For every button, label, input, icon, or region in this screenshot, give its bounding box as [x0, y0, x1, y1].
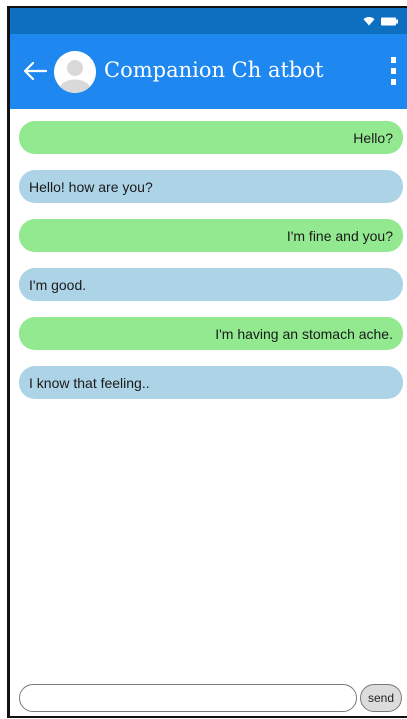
composer: send	[10, 682, 407, 716]
send-button[interactable]: send	[360, 684, 402, 712]
back-arrow-icon[interactable]	[22, 60, 48, 82]
app-bar: Companion Ch atbot	[10, 34, 407, 109]
page-title: Companion Ch atbot	[104, 58, 324, 82]
wifi-icon	[363, 16, 375, 26]
battery-icon	[381, 17, 399, 26]
status-bar	[10, 8, 407, 34]
user-message-bubble: I'm fine and you?	[19, 219, 403, 252]
user-message-bubble: I'm having an stomach ache.	[19, 317, 403, 350]
status-icons	[363, 16, 399, 26]
bot-message-bubble: Hello! how are you?	[19, 170, 403, 203]
avatar[interactable]	[54, 51, 96, 93]
bot-message-bubble: I'm good.	[19, 268, 403, 301]
user-message-bubble: Hello?	[19, 121, 403, 154]
phone-screen: Companion Ch atbot Hello? Hello! how are…	[7, 6, 407, 718]
more-vertical-icon[interactable]	[387, 54, 401, 88]
message-input[interactable]	[19, 684, 357, 712]
bot-message-bubble: I know that feeling..	[19, 366, 403, 399]
